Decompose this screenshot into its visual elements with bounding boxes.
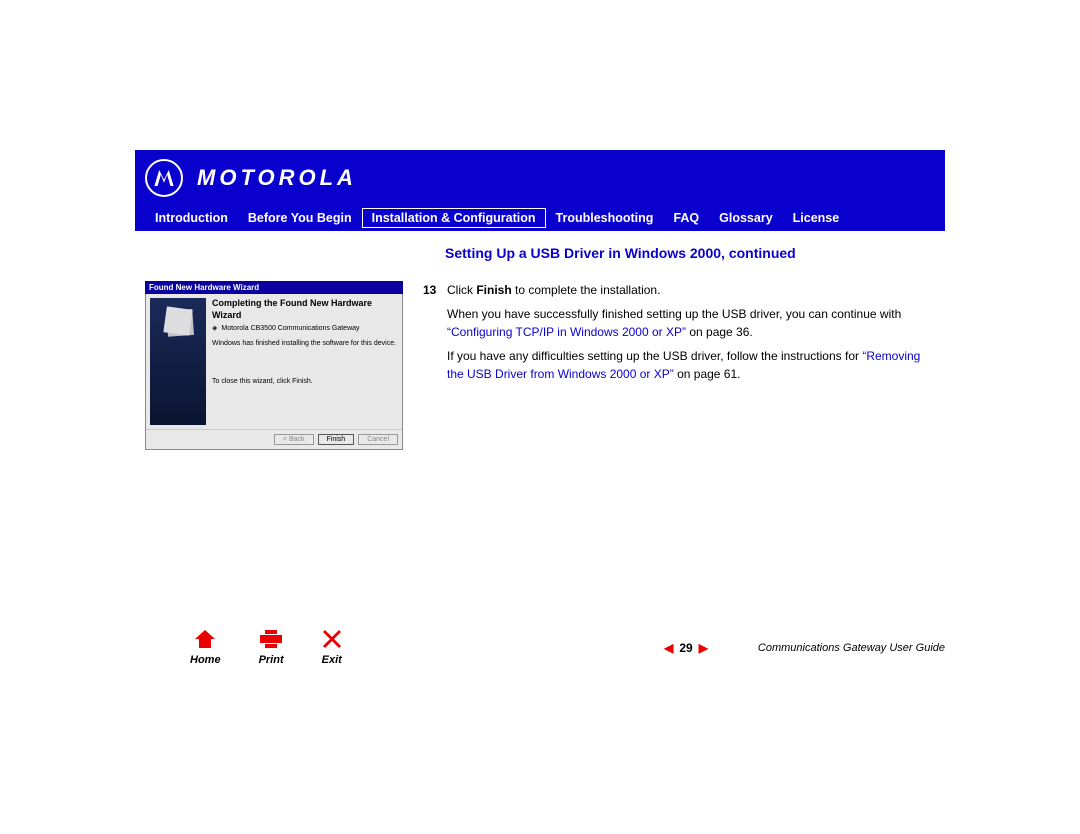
brand-text: MOTOROLA xyxy=(197,165,357,191)
home-icon xyxy=(195,630,215,652)
page-number: 29 xyxy=(679,641,692,655)
wizard-line1: Windows has finished installing the soft… xyxy=(212,339,398,348)
nav-installation-configuration[interactable]: Installation & Configuration xyxy=(362,208,546,228)
device-icon: ◈ xyxy=(212,324,217,333)
wizard-line2: To close this wizard, click Finish. xyxy=(212,377,398,386)
wizard-finish-button: Finish xyxy=(318,434,355,445)
nav-introduction[interactable]: Introduction xyxy=(145,208,238,228)
prev-page-icon[interactable]: ◀ xyxy=(664,641,673,655)
step-text: Click Finish to complete the installatio… xyxy=(447,281,935,299)
wizard-side-graphic xyxy=(150,298,206,425)
nav-bar: Introduction Before You Begin Installati… xyxy=(135,205,945,231)
step-number: 13 xyxy=(423,281,447,299)
wizard-titlebar: Found New Hardware Wizard xyxy=(145,281,403,294)
wizard-screenshot: Found New Hardware Wizard Completing the… xyxy=(145,281,403,450)
guide-title: Communications Gateway User Guide xyxy=(758,642,945,654)
body-row: Found New Hardware Wizard Completing the… xyxy=(145,281,935,450)
paragraph-1: When you have successfully finished sett… xyxy=(423,305,935,341)
wizard-title: Found New Hardware Wizard xyxy=(149,283,259,292)
section-title: Setting Up a USB Driver in Windows 2000,… xyxy=(145,245,935,261)
pager: ◀ 29 ▶ xyxy=(664,641,708,655)
nav-glossary[interactable]: Glossary xyxy=(709,208,783,228)
nav-faq[interactable]: FAQ xyxy=(663,208,709,228)
exit-icon xyxy=(323,630,341,652)
wizard-back-button: < Back xyxy=(274,434,314,445)
paragraph-2: If you have any difficulties setting up … xyxy=(423,347,935,383)
print-icon xyxy=(260,630,282,652)
wizard-heading: Completing the Found New Hardware Wizard xyxy=(212,298,398,321)
link-configuring-tcpip[interactable]: “Configuring TCP/IP in Windows 2000 or X… xyxy=(447,325,686,339)
content-area: Setting Up a USB Driver in Windows 2000,… xyxy=(135,231,945,675)
exit-button[interactable]: Exit xyxy=(322,630,342,666)
nav-before-you-begin[interactable]: Before You Begin xyxy=(238,208,362,228)
wizard-text: Completing the Found New Hardware Wizard… xyxy=(212,298,398,425)
footer: Home Print Exit ◀ 29 ▶ Communications Ga… xyxy=(135,630,945,666)
wizard-device-row: ◈ Motorola CB3500 Communications Gateway xyxy=(212,324,398,333)
instruction-text: 13 Click Finish to complete the installa… xyxy=(403,281,935,389)
brand-header: MOTOROLA xyxy=(135,150,945,205)
home-label: Home xyxy=(190,654,221,666)
wizard-cancel-button: Cancel xyxy=(358,434,398,445)
wizard-device: Motorola CB3500 Communications Gateway xyxy=(221,324,359,333)
wizard-body: Completing the Found New Hardware Wizard… xyxy=(145,294,403,450)
print-button[interactable]: Print xyxy=(259,630,284,666)
wizard-buttons: < Back Finish Cancel xyxy=(146,429,402,449)
step-13: 13 Click Finish to complete the installa… xyxy=(423,281,935,299)
next-page-icon[interactable]: ▶ xyxy=(699,641,708,655)
logo-icon xyxy=(145,159,183,197)
home-button[interactable]: Home xyxy=(190,630,221,666)
nav-license[interactable]: License xyxy=(783,208,850,228)
print-label: Print xyxy=(259,654,284,666)
exit-label: Exit xyxy=(322,654,342,666)
footer-buttons: Home Print Exit xyxy=(190,630,342,666)
nav-troubleshooting[interactable]: Troubleshooting xyxy=(546,208,664,228)
document-page: MOTOROLA Introduction Before You Begin I… xyxy=(135,150,945,675)
